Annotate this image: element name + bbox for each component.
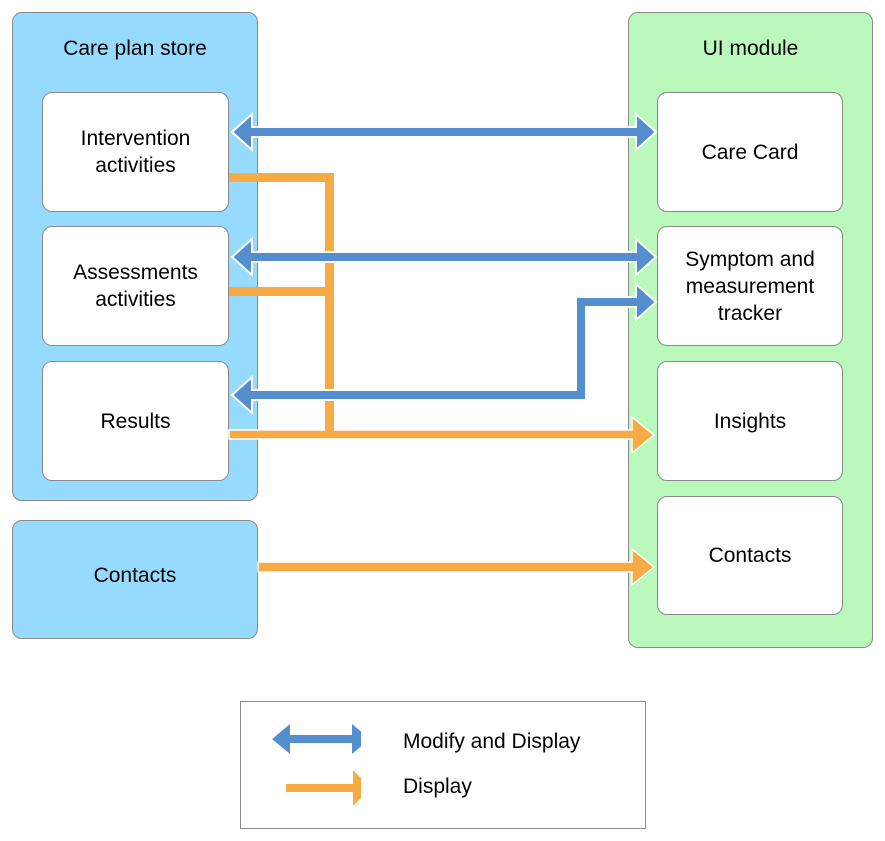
- display-arrow-assessments: [229, 287, 326, 296]
- modify-display-arrow-intervention-care-card: [230, 111, 658, 153]
- legend-display-label: Display: [403, 775, 472, 798]
- legend-modify-display-label: Modify and Display: [403, 730, 581, 753]
- legend: Modify and Display Display: [240, 701, 646, 829]
- modify-display-arrow-assessments-symptom: [230, 236, 658, 278]
- legend-display-icon: [286, 770, 361, 806]
- legend-modify-display-icon: [272, 724, 361, 754]
- legend-swatches: [272, 724, 361, 806]
- modify-display-arrow-results-symptom: [230, 281, 658, 416]
- display-arrow-contacts: [257, 547, 656, 587]
- display-arrow-intervention: [229, 173, 334, 182]
- display-arrow-results-to-insights: [228, 415, 656, 455]
